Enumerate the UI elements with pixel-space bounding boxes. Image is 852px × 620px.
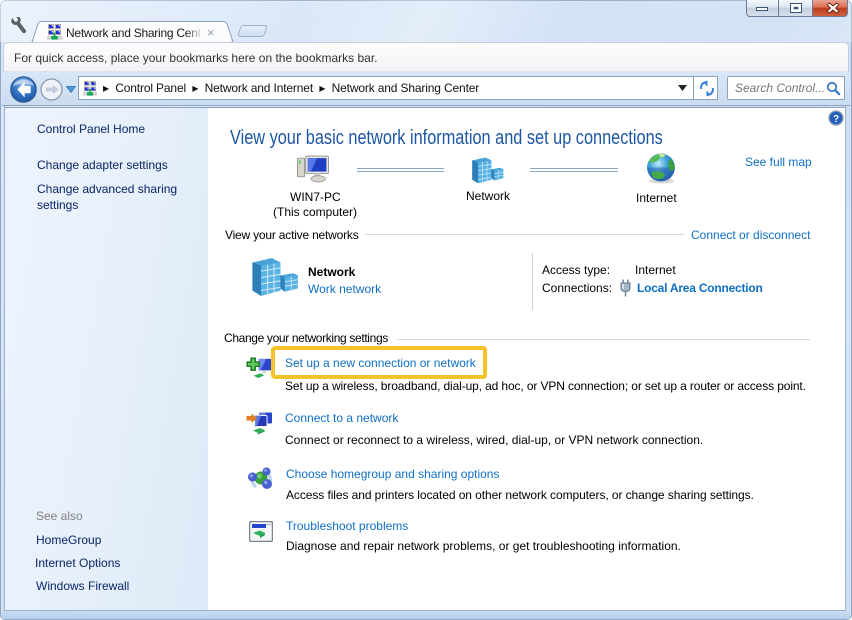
svg-text:?: ? (833, 114, 839, 125)
